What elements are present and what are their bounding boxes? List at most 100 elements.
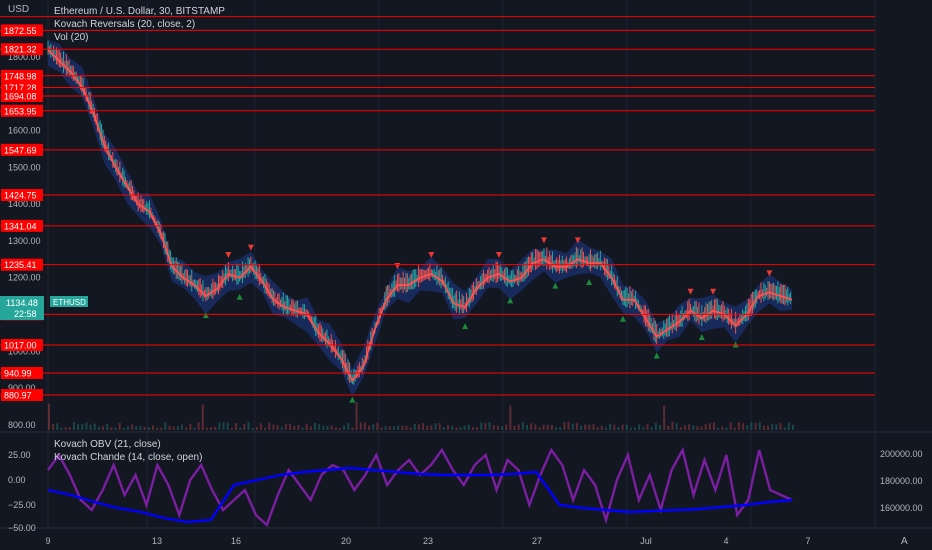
- volume-bar: [746, 425, 749, 430]
- symbol-title[interactable]: Ethereum / U.S. Dollar, 30, BITSTAMP: [54, 6, 225, 17]
- volume-bar: [93, 423, 96, 430]
- volume-bar: [484, 423, 487, 430]
- volume-bar: [654, 422, 657, 430]
- volume-bar: [322, 425, 325, 430]
- volume-bar: [642, 426, 645, 430]
- volume-bar: [343, 425, 346, 430]
- volume-bar: [671, 422, 674, 430]
- auto-scale-button[interactable]: A: [901, 536, 908, 547]
- time-tick: 23: [423, 536, 433, 546]
- volume-bar: [239, 427, 242, 430]
- trading-chart-app: USD 1800.00 1600.00 1500.00 1400.00 1300.00 1…: [0, 0, 932, 550]
- indicator-kovach-obv[interactable]: Kovach OBV (21, close): [54, 439, 161, 450]
- volume-bar: [259, 423, 262, 430]
- volume-bar: [584, 424, 587, 430]
- volume-bar: [106, 423, 109, 430]
- volume-bar: [725, 427, 728, 430]
- price-tick: 1300.00: [8, 236, 41, 246]
- volume-bar: [596, 427, 599, 430]
- volume-bar: [496, 425, 499, 430]
- volume-bar: [330, 425, 333, 430]
- volume-bar: [442, 427, 445, 430]
- volume-bar: [85, 422, 88, 430]
- volume-bar: [629, 427, 632, 430]
- time-tick: 13: [152, 536, 162, 546]
- volume-bar: [729, 422, 732, 430]
- volume-bar: [181, 424, 184, 430]
- volume-bar: [272, 424, 275, 430]
- volume-bar: [708, 423, 711, 430]
- volume-bar: [638, 424, 641, 430]
- volume-bar: [197, 422, 200, 430]
- volume-bar: [787, 422, 790, 430]
- volume-bar: [214, 426, 217, 430]
- volume-bar: [189, 423, 192, 430]
- volume-bar: [122, 427, 125, 430]
- volume-bar: [559, 427, 562, 430]
- volume-bar: [81, 424, 84, 430]
- volume-bar: [110, 427, 113, 430]
- volume-bar: [77, 424, 80, 430]
- volume-bar: [417, 424, 420, 430]
- volume-bar: [243, 424, 246, 430]
- volume-bar: [501, 426, 504, 430]
- price-tick: 1500.00: [8, 162, 41, 172]
- volume-bar: [737, 422, 740, 430]
- volume-bar: [513, 425, 516, 430]
- volume-bar: [600, 426, 603, 430]
- volume-bar: [430, 425, 433, 430]
- volume-bar: [384, 425, 387, 430]
- chande-tick: 25.00: [8, 450, 31, 460]
- volume-bar: [613, 424, 616, 430]
- volume-bar: [48, 403, 50, 430]
- level-label: 1341.04: [4, 221, 37, 231]
- volume-bar: [151, 425, 154, 430]
- chart-canvas[interactable]: USD 1800.001600.001500.001400.001300.001…: [0, 0, 932, 550]
- volume-bar: [617, 427, 620, 430]
- volume-bar: [318, 424, 321, 430]
- volume-bar: [334, 427, 337, 430]
- time-tick: 9: [45, 536, 50, 546]
- volume-bar: [326, 425, 329, 430]
- volume-bar: [754, 423, 757, 430]
- indicator-volume[interactable]: Vol (20): [54, 32, 88, 43]
- volume-bar: [97, 426, 100, 430]
- volume-bar: [717, 427, 720, 430]
- volume-bar: [264, 427, 267, 430]
- volume-bar: [309, 426, 312, 430]
- volume-bar: [650, 427, 653, 430]
- volume-bar: [580, 425, 583, 430]
- volume-bar: [359, 422, 362, 430]
- volume-bar: [376, 422, 379, 430]
- level-label: 1872.55: [4, 26, 37, 36]
- level-label: 1821.32: [4, 45, 37, 55]
- volume-bar: [289, 423, 292, 430]
- indicator-kovach-chande[interactable]: Kovach Chande (14, close, open): [54, 452, 202, 463]
- volume-bar: [505, 424, 508, 430]
- volume-bar: [592, 424, 595, 430]
- volume-bar: [276, 425, 279, 430]
- volume-bar: [779, 422, 782, 430]
- volume-bar: [534, 424, 537, 430]
- level-label: 1748.98: [4, 71, 37, 81]
- volume-bar: [405, 426, 408, 430]
- volume-bar: [555, 427, 558, 430]
- level-label: 880.97: [4, 391, 32, 401]
- volume-bar: [293, 425, 296, 430]
- volume-bar: [588, 424, 591, 430]
- volume-bar: [176, 426, 179, 430]
- current-price: 1134.48: [6, 298, 38, 308]
- volume-bar: [762, 425, 765, 430]
- volume-bar: [721, 426, 724, 430]
- volume-bar: [89, 424, 92, 430]
- volume-bar: [56, 423, 59, 430]
- time-tick: Jul: [640, 536, 652, 546]
- volume-bar: [471, 427, 474, 430]
- indicator-kovach-reversals[interactable]: Kovach Reversals (20, close, 2): [54, 19, 195, 30]
- volume-bar: [521, 422, 524, 430]
- volume-bar: [284, 423, 287, 430]
- chande-tick: 0.00: [8, 475, 26, 485]
- volume-bar: [297, 425, 300, 430]
- volume-bar: [397, 425, 400, 430]
- volume-bar: [767, 425, 770, 430]
